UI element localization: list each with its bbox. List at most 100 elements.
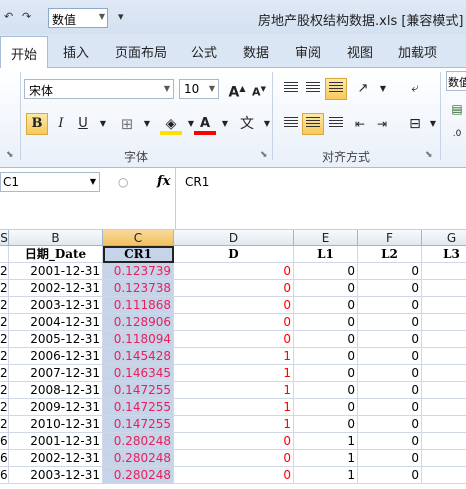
table-cell[interactable]: 0 bbox=[358, 382, 422, 399]
table-cell[interactable]: 2 bbox=[0, 280, 9, 297]
table-cell[interactable]: 2 bbox=[0, 297, 9, 314]
align-left-icon[interactable] bbox=[280, 113, 302, 135]
table-cell[interactable]: 0 bbox=[358, 433, 422, 450]
table-cell[interactable]: 0 bbox=[174, 331, 294, 348]
alignment-dialog-launcher-icon[interactable]: ⬊ bbox=[425, 150, 433, 160]
table-cell[interactable]: 2 bbox=[0, 399, 9, 416]
table-cell[interactable]: 0 bbox=[174, 467, 294, 484]
wrap-text-icon[interactable]: ⤶ bbox=[404, 78, 426, 100]
table-cell[interactable]: 1 bbox=[174, 416, 294, 433]
redo-icon[interactable]: ↷ bbox=[22, 10, 31, 23]
table-cell[interactable]: 2004-12-31 bbox=[9, 314, 103, 331]
table-cell[interactable]: 2003-12-31 bbox=[9, 467, 103, 484]
table-cell[interactable]: 2002-12-31 bbox=[9, 450, 103, 467]
align-bottom-icon[interactable] bbox=[325, 78, 347, 100]
table-cell[interactable]: 0 bbox=[358, 348, 422, 365]
chevron-down-icon[interactable]: ▼ bbox=[92, 113, 114, 135]
table-cell[interactable]: 0.280248 bbox=[103, 467, 174, 484]
table-cell[interactable] bbox=[422, 263, 466, 280]
column-header[interactable]: F bbox=[358, 230, 422, 246]
table-cell[interactable]: 2 bbox=[0, 263, 9, 280]
table-cell[interactable] bbox=[422, 467, 466, 484]
table-cell[interactable]: 6 bbox=[0, 450, 9, 467]
table-cell[interactable]: 1 bbox=[174, 382, 294, 399]
table-cell[interactable]: 0 bbox=[294, 263, 358, 280]
table-cell[interactable]: 0.280248 bbox=[103, 433, 174, 450]
table-cell[interactable]: 2008-12-31 bbox=[9, 382, 103, 399]
table-cell[interactable]: 0 bbox=[294, 416, 358, 433]
header-cell[interactable]: L3 bbox=[422, 246, 466, 263]
tab-review[interactable]: 审阅 bbox=[295, 42, 321, 61]
tab-formulas[interactable]: 公式 bbox=[191, 42, 217, 61]
table-cell[interactable]: 0 bbox=[358, 399, 422, 416]
decrease-indent-icon[interactable]: ⇤ bbox=[349, 113, 371, 135]
table-cell[interactable]: 0 bbox=[174, 263, 294, 280]
table-cell[interactable]: 0 bbox=[358, 450, 422, 467]
table-cell[interactable]: 6 bbox=[0, 433, 9, 450]
table-cell[interactable]: 1 bbox=[174, 365, 294, 382]
header-cell[interactable] bbox=[0, 246, 9, 263]
table-cell[interactable] bbox=[422, 331, 466, 348]
quick-access-number-format[interactable]: 数值 ▼ bbox=[48, 8, 108, 28]
table-cell[interactable]: 0.146345 bbox=[103, 365, 174, 382]
header-cell[interactable]: 日期_Date bbox=[9, 246, 103, 263]
font-size-select[interactable]: 10 ▼ bbox=[179, 79, 219, 99]
increase-indent-icon[interactable]: ⇥ bbox=[371, 113, 393, 135]
table-cell[interactable]: 0 bbox=[294, 331, 358, 348]
font-dialog-launcher-icon[interactable]: ⬊ bbox=[260, 150, 268, 160]
resize-handle-icon[interactable]: ○ bbox=[118, 175, 128, 189]
table-cell[interactable]: 0 bbox=[358, 365, 422, 382]
table-cell[interactable]: 0 bbox=[174, 314, 294, 331]
table-cell[interactable]: 2009-12-31 bbox=[9, 399, 103, 416]
table-cell[interactable] bbox=[422, 399, 466, 416]
chevron-down-icon[interactable]: ▼ bbox=[136, 113, 158, 135]
table-cell[interactable]: 1 bbox=[294, 450, 358, 467]
column-header[interactable]: E bbox=[294, 230, 358, 246]
table-cell[interactable]: 0 bbox=[294, 297, 358, 314]
tab-insert[interactable]: 插入 bbox=[63, 42, 89, 61]
table-cell[interactable]: 2005-12-31 bbox=[9, 331, 103, 348]
table-cell[interactable]: 0 bbox=[174, 433, 294, 450]
table-cell[interactable]: 0 bbox=[294, 280, 358, 297]
table-cell[interactable] bbox=[422, 450, 466, 467]
header-cell[interactable]: L1 bbox=[294, 246, 358, 263]
font-color-icon[interactable]: A bbox=[194, 113, 216, 135]
table-cell[interactable]: 0 bbox=[294, 348, 358, 365]
table-cell[interactable]: 0.118094 bbox=[103, 331, 174, 348]
table-cell[interactable]: 6 bbox=[0, 467, 9, 484]
tab-home[interactable]: 开始 bbox=[0, 36, 49, 69]
column-header[interactable]: D bbox=[174, 230, 294, 246]
table-cell[interactable]: 1 bbox=[174, 399, 294, 416]
table-cell[interactable]: 0 bbox=[174, 450, 294, 467]
name-box[interactable]: C1 ▼ bbox=[0, 172, 100, 192]
bold-button[interactable]: B bbox=[26, 113, 48, 135]
table-cell[interactable]: 0.123739 bbox=[103, 263, 174, 280]
table-cell[interactable]: 0 bbox=[358, 297, 422, 314]
table-cell[interactable]: 1 bbox=[294, 433, 358, 450]
header-cell[interactable]: D bbox=[174, 246, 294, 263]
header-cell[interactable]: CR1 bbox=[103, 246, 174, 263]
table-cell[interactable]: 2 bbox=[0, 416, 9, 433]
table-cell[interactable]: 2010-12-31 bbox=[9, 416, 103, 433]
currency-format-icon[interactable]: ▤ bbox=[446, 98, 466, 120]
table-cell[interactable] bbox=[422, 348, 466, 365]
table-cell[interactable]: 0.145428 bbox=[103, 348, 174, 365]
clipboard-dialog-launcher-icon[interactable]: ⬊ bbox=[6, 150, 14, 160]
chevron-down-icon[interactable]: ▼ bbox=[256, 113, 278, 135]
align-middle-icon[interactable] bbox=[302, 78, 324, 100]
table-cell[interactable] bbox=[422, 365, 466, 382]
table-cell[interactable]: 0.147255 bbox=[103, 416, 174, 433]
table-cell[interactable]: 2 bbox=[0, 365, 9, 382]
column-header[interactable]: C bbox=[103, 230, 174, 246]
table-cell[interactable]: 2 bbox=[0, 331, 9, 348]
table-cell[interactable]: 0 bbox=[358, 314, 422, 331]
table-cell[interactable]: 0 bbox=[294, 314, 358, 331]
table-cell[interactable]: 0 bbox=[294, 382, 358, 399]
table-cell[interactable]: 0 bbox=[358, 416, 422, 433]
number-format-select[interactable]: 数值 bbox=[446, 71, 466, 91]
table-cell[interactable]: 0.123738 bbox=[103, 280, 174, 297]
table-cell[interactable]: 0 bbox=[358, 331, 422, 348]
grow-font-button[interactable]: A▲ bbox=[226, 78, 248, 101]
table-cell[interactable]: 2003-12-31 bbox=[9, 297, 103, 314]
table-cell[interactable]: 2 bbox=[0, 382, 9, 399]
